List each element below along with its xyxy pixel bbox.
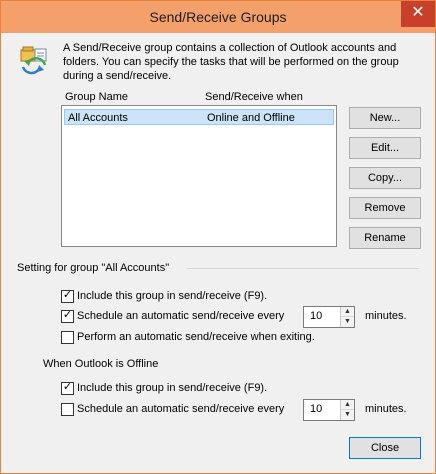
group-name-cell: All Accounts <box>68 112 128 124</box>
spin-buttons: ▲ ▼ <box>340 307 354 327</box>
spin-down-icon[interactable]: ▼ <box>341 317 354 327</box>
column-header-send-receive-when[interactable]: Send/Receive when <box>205 91 303 103</box>
schedule-online-checkbox[interactable]: ✓ <box>61 309 74 323</box>
include-offline-label[interactable]: Include this group in send/receive (F9). <box>77 382 267 394</box>
schedule-online-unit: minutes. <box>365 310 407 322</box>
exit-send-receive-label[interactable]: Perform an automatic send/receive when e… <box>77 331 315 343</box>
group-settings-heading: Setting for group "All Accounts" <box>17 262 170 274</box>
check-icon: ✓ <box>62 381 73 393</box>
spin-down-icon[interactable]: ▼ <box>341 410 354 420</box>
window-title: Send/Receive Groups <box>149 9 287 25</box>
include-offline-checkbox[interactable]: ✓ <box>61 381 74 395</box>
check-icon: ✓ <box>62 309 73 321</box>
rename-button[interactable]: Rename <box>349 227 421 249</box>
edit-button[interactable]: Edit... <box>349 137 421 159</box>
send-receive-groups-dialog: Send/Receive Groups ✕ A Send/Receive gro… <box>0 0 436 474</box>
schedule-online-interval-value[interactable]: 10 <box>310 310 322 322</box>
schedule-online-interval-stepper[interactable]: 10 ▲ ▼ <box>303 306 355 328</box>
group-separator <box>187 268 419 269</box>
remove-button[interactable]: Remove <box>349 197 421 219</box>
new-button[interactable]: New... <box>349 107 421 129</box>
include-online-checkbox[interactable]: ✓ <box>61 289 74 303</box>
schedule-offline-interval-value[interactable]: 10 <box>310 403 322 415</box>
schedule-online-label[interactable]: Schedule an automatic send/receive every <box>77 310 284 322</box>
send-receive-when-cell: Online and Offline <box>207 112 295 124</box>
spin-up-icon[interactable]: ▲ <box>341 307 354 317</box>
spin-buttons: ▲ ▼ <box>340 400 354 420</box>
close-icon[interactable]: ✕ <box>401 1 435 27</box>
copy-button[interactable]: Copy... <box>349 167 421 189</box>
include-online-label[interactable]: Include this group in send/receive (F9). <box>77 290 267 302</box>
exit-send-receive-checkbox[interactable] <box>61 331 74 344</box>
check-icon: ✓ <box>62 289 73 301</box>
schedule-offline-unit: minutes. <box>365 403 407 415</box>
schedule-offline-checkbox[interactable] <box>61 403 74 416</box>
spin-up-icon[interactable]: ▲ <box>341 400 354 410</box>
close-button[interactable]: Close <box>349 437 421 459</box>
column-header-group-name[interactable]: Group Name <box>65 91 128 103</box>
list-item[interactable]: All Accounts Online and Offline <box>64 109 334 125</box>
groups-list[interactable]: All Accounts Online and Offline <box>61 105 337 247</box>
offline-heading: When Outlook is Offline <box>43 358 159 370</box>
send-receive-groups-icon <box>19 45 49 75</box>
title-bar[interactable]: Send/Receive Groups ✕ <box>1 1 435 33</box>
schedule-offline-label[interactable]: Schedule an automatic send/receive every <box>77 403 284 415</box>
schedule-offline-interval-stepper[interactable]: 10 ▲ ▼ <box>303 399 355 421</box>
description-text: A Send/Receive group contains a collecti… <box>63 42 399 82</box>
